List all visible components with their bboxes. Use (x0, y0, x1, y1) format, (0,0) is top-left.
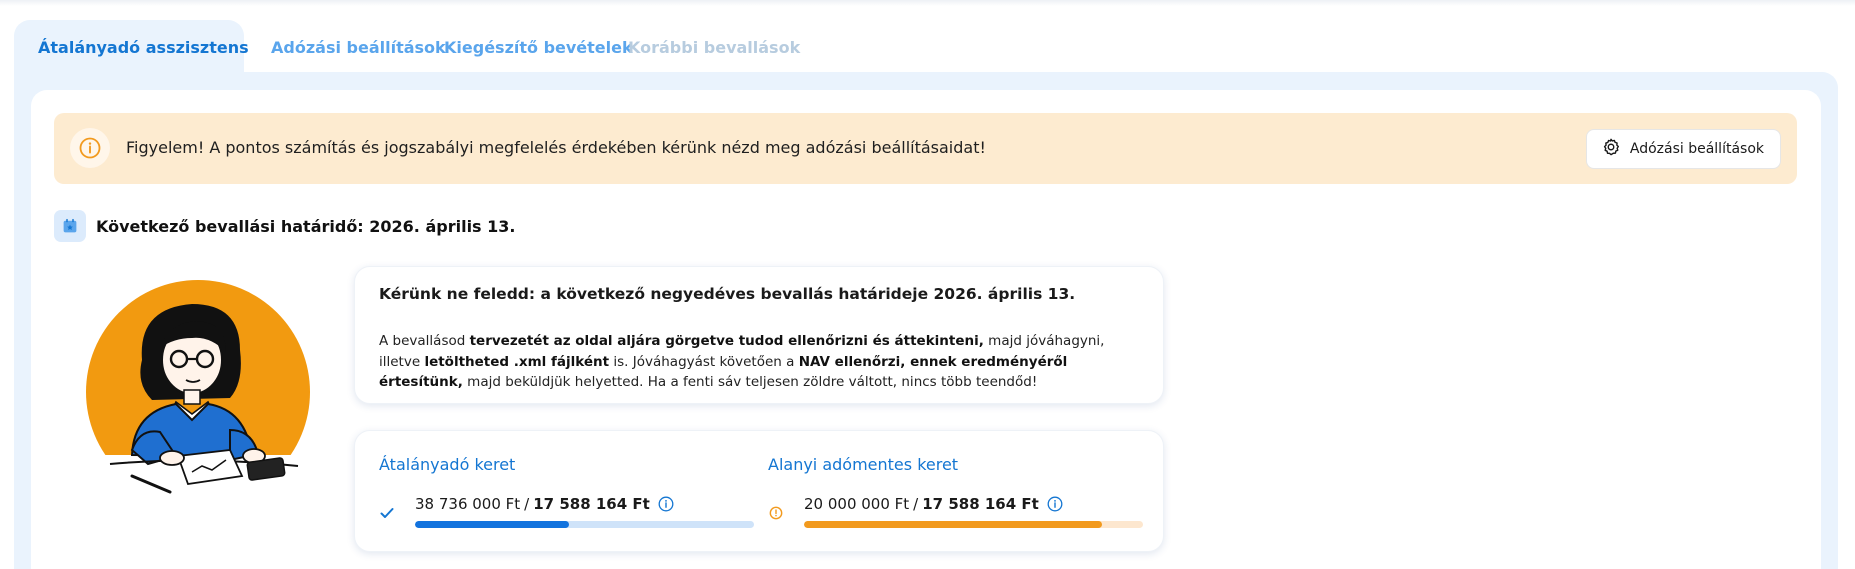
tax-exempt-progress-bar (804, 521, 1143, 528)
info-icon[interactable] (1047, 496, 1063, 512)
deadline-text: Következő bevallási határidő: 2026. ápri… (96, 216, 516, 236)
flat-rate-limit: Átalányadó keret 38 736 000 Ft / 17 588 … (379, 455, 754, 528)
tax-exempt-limit-title: Alanyi adómentes keret (768, 455, 959, 474)
reminder-text-1: A bevallásod (379, 333, 470, 349)
reminder-text-7: majd beküldjük helyetted. Ha a fenti sáv… (462, 374, 1038, 390)
deadline-row: Következő bevallási határidő: 2026. ápri… (54, 210, 515, 242)
flat-rate-total: 17 588 164 Ft (533, 495, 650, 513)
limits-card: Átalányadó keret 38 736 000 Ft / 17 588 … (354, 430, 1164, 552)
flat-rate-progress-bar (415, 521, 754, 528)
reminder-body: A bevallásod tervezetét az oldal aljára … (379, 331, 1119, 393)
reminder-text-2: tervezetét az oldal aljára görgetve tudo… (469, 333, 984, 349)
reminder-card: Kérünk ne feledd: a következő negyedéves… (354, 266, 1164, 404)
gear-icon (1601, 137, 1621, 161)
top-bar-shadow (0, 0, 1855, 6)
tax-exempt-used: 20 000 000 Ft (804, 495, 910, 513)
tab-atalanyado-asszisztens[interactable]: Átalányadó asszisztens (38, 38, 249, 57)
tax-exempt-separator: / (913, 495, 919, 513)
assistant-illustration (80, 280, 320, 510)
flat-rate-used: 38 736 000 Ft (415, 495, 521, 513)
reminder-text-5: is. Jóváhagyást követően a (609, 353, 799, 370)
flat-rate-progress-fill (415, 521, 570, 528)
tax-settings-button[interactable]: Adózási beállítások (1585, 129, 1781, 169)
tax-exempt-total: 17 588 164 Ft (922, 495, 1039, 513)
check-icon (379, 505, 395, 521)
warning-alert: Figyelem! A pontos számítás és jogszabál… (54, 113, 1797, 184)
alert-message: Figyelem! A pontos számítás és jogszabál… (126, 138, 986, 157)
tax-exempt-progress-fill (804, 521, 1103, 528)
reminder-title: Kérünk ne feledd: a következő negyedéves… (379, 285, 1076, 303)
tab-korabbi-bevallasok: Korábbi bevallások (628, 38, 801, 57)
calendar-icon (54, 210, 86, 242)
info-icon (70, 128, 110, 168)
info-icon[interactable] (658, 496, 674, 512)
tax-settings-button-label: Adózási beállítások (1629, 141, 1764, 157)
tab-kiegeszito-bevetelek[interactable]: Kiegészítő bevételek (444, 38, 633, 57)
reminder-text-4: letöltheted .xml fájlként (424, 353, 610, 370)
flat-rate-separator: / (524, 495, 530, 513)
tab-adozasi-beallitasok[interactable]: Adózási beállítások (271, 38, 446, 57)
warning-icon (768, 505, 784, 521)
flat-rate-limit-title: Átalányadó keret (379, 455, 516, 474)
tax-exempt-limit: Alanyi adómentes keret 20 000 000 Ft / 1… (768, 455, 1143, 528)
